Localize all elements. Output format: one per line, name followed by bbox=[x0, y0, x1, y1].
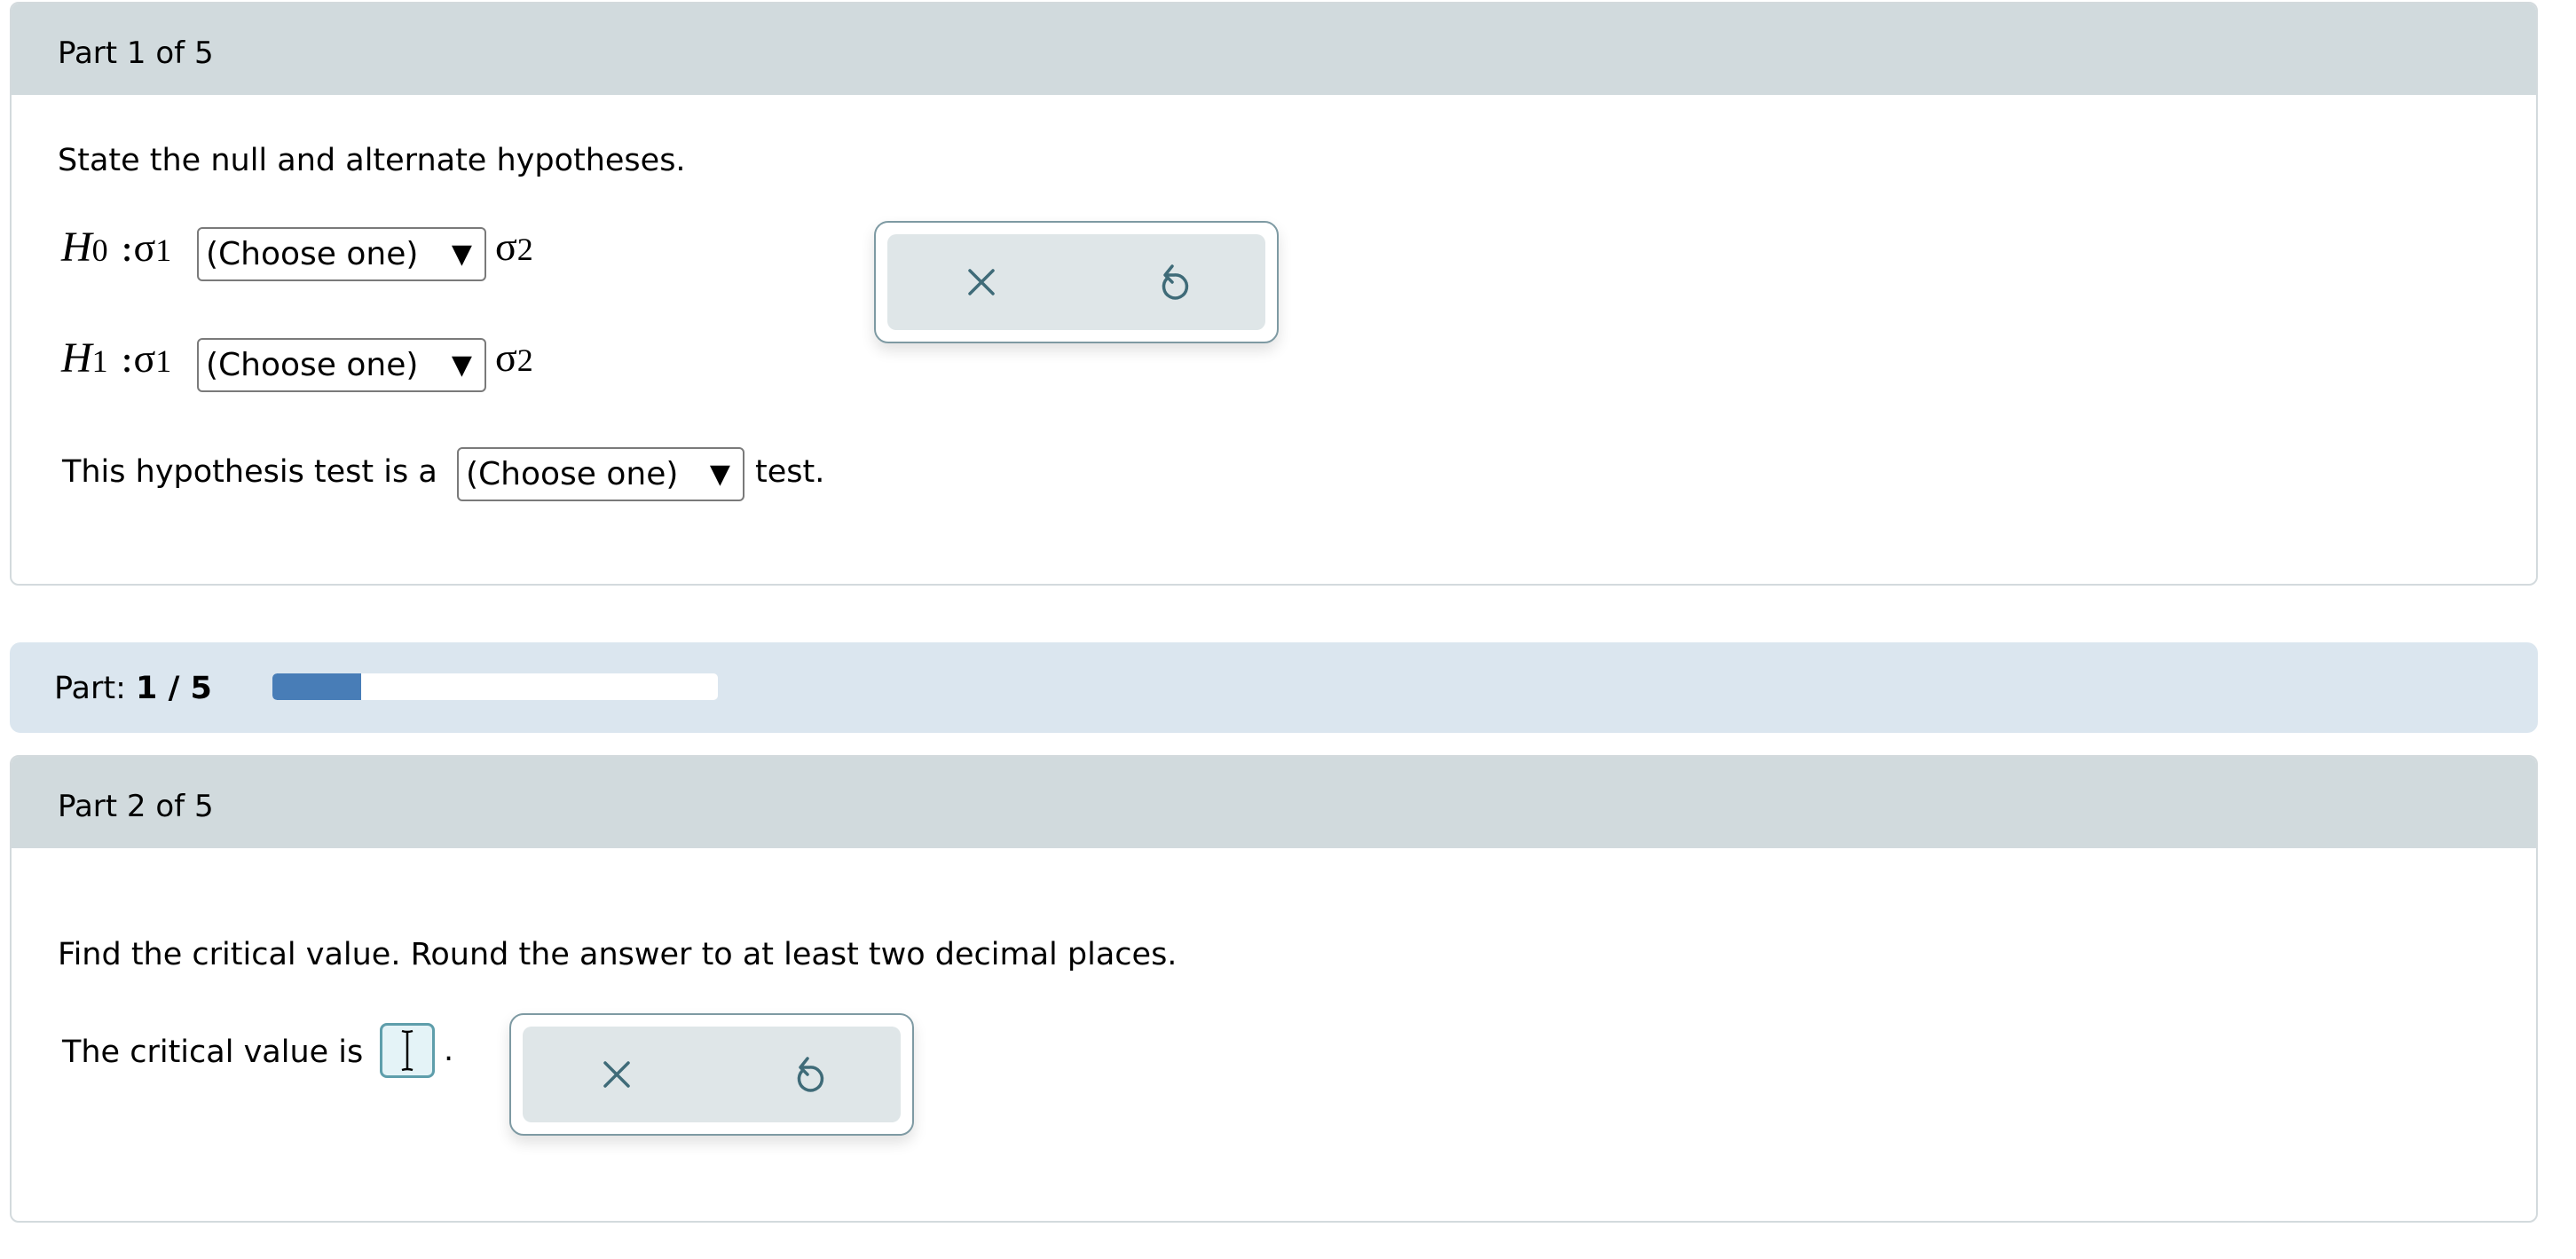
undo-icon bbox=[1162, 264, 1189, 300]
h0-colon: : bbox=[120, 225, 134, 271]
test-type-select[interactable]: (Choose one) ▼ bbox=[457, 447, 744, 501]
answer-prefix: The critical value is bbox=[62, 1035, 364, 1070]
h1-sigma-1: σ bbox=[133, 335, 156, 381]
progress-label-text: Part: bbox=[54, 671, 126, 706]
answer-suffix: . bbox=[444, 1033, 454, 1068]
part-1-reset-button[interactable] bbox=[1138, 234, 1209, 330]
part-2-card: Part 2 of 5 Find the critical value. Rou… bbox=[10, 755, 2538, 1223]
part-2-reset-button[interactable] bbox=[774, 1027, 845, 1122]
h1-select-value: (Choose one) bbox=[206, 347, 419, 383]
progress-bar-fill bbox=[272, 673, 362, 700]
part-1-title: Part 1 of 5 bbox=[58, 35, 214, 71]
part-2-action-panel bbox=[523, 1027, 901, 1122]
h1-subscript: 1 bbox=[91, 343, 108, 379]
h0-sigma-2-sub: 2 bbox=[516, 232, 533, 267]
part-1-clear-button[interactable] bbox=[946, 234, 1017, 330]
chevron-down-icon: ▼ bbox=[451, 350, 472, 381]
h0-sigma-2: σ bbox=[495, 224, 517, 269]
h1-left-expression: H1 : σ1 bbox=[61, 334, 171, 382]
progress-current: 1 / 5 bbox=[136, 671, 212, 706]
part-2-action-box bbox=[509, 1013, 914, 1136]
h1-relation-select[interactable]: (Choose one) ▼ bbox=[197, 338, 486, 392]
h0-select-value: (Choose one) bbox=[206, 236, 419, 272]
progress-label: Part: 1 / 5 bbox=[54, 671, 212, 706]
close-icon bbox=[968, 269, 995, 295]
h0-left-expression: H0 : σ1 bbox=[61, 223, 171, 271]
h1-sigma-1-sub: 1 bbox=[155, 343, 172, 379]
h0-sigma-1-sub: 1 bbox=[155, 232, 172, 268]
part-1-card: Part 1 of 5 State the null and alternate… bbox=[10, 2, 2538, 586]
progress-bar bbox=[272, 673, 718, 700]
part-1-action-box bbox=[874, 221, 1279, 343]
h1-colon: : bbox=[120, 336, 134, 382]
test-type-suffix: test. bbox=[755, 454, 825, 490]
part-1-header: Part 1 of 5 bbox=[12, 4, 2536, 95]
part-1-action-panel bbox=[887, 234, 1265, 330]
h1-symbol: H bbox=[61, 334, 92, 382]
h1-right-expression: σ2 bbox=[495, 334, 533, 381]
h0-relation-select[interactable]: (Choose one) ▼ bbox=[197, 227, 486, 281]
part-1-prompt: State the null and alternate hypotheses. bbox=[58, 143, 686, 178]
undo-icon bbox=[797, 1057, 824, 1092]
progress-band: Part: 1 / 5 bbox=[10, 642, 2538, 733]
h0-sigma-1: σ bbox=[133, 224, 156, 270]
h0-right-expression: σ2 bbox=[495, 223, 533, 270]
chevron-down-icon: ▼ bbox=[451, 239, 472, 270]
h0-subscript: 0 bbox=[91, 232, 108, 268]
h1-sigma-2: σ bbox=[495, 334, 517, 380]
part-2-clear-button[interactable] bbox=[581, 1027, 652, 1122]
critical-value-input[interactable] bbox=[380, 1023, 435, 1078]
chevron-down-icon: ▼ bbox=[709, 459, 730, 490]
h0-symbol: H bbox=[61, 224, 92, 271]
part-2-header: Part 2 of 5 bbox=[12, 757, 2536, 848]
part-2-title: Part 2 of 5 bbox=[58, 789, 214, 824]
close-icon bbox=[603, 1061, 630, 1088]
test-type-select-value: (Choose one) bbox=[466, 456, 679, 492]
h1-sigma-2-sub: 2 bbox=[516, 342, 533, 378]
part-2-prompt: Find the critical value. Round the answe… bbox=[58, 937, 1178, 972]
test-type-prefix: This hypothesis test is a bbox=[62, 454, 437, 490]
text-cursor-icon bbox=[401, 1029, 414, 1072]
